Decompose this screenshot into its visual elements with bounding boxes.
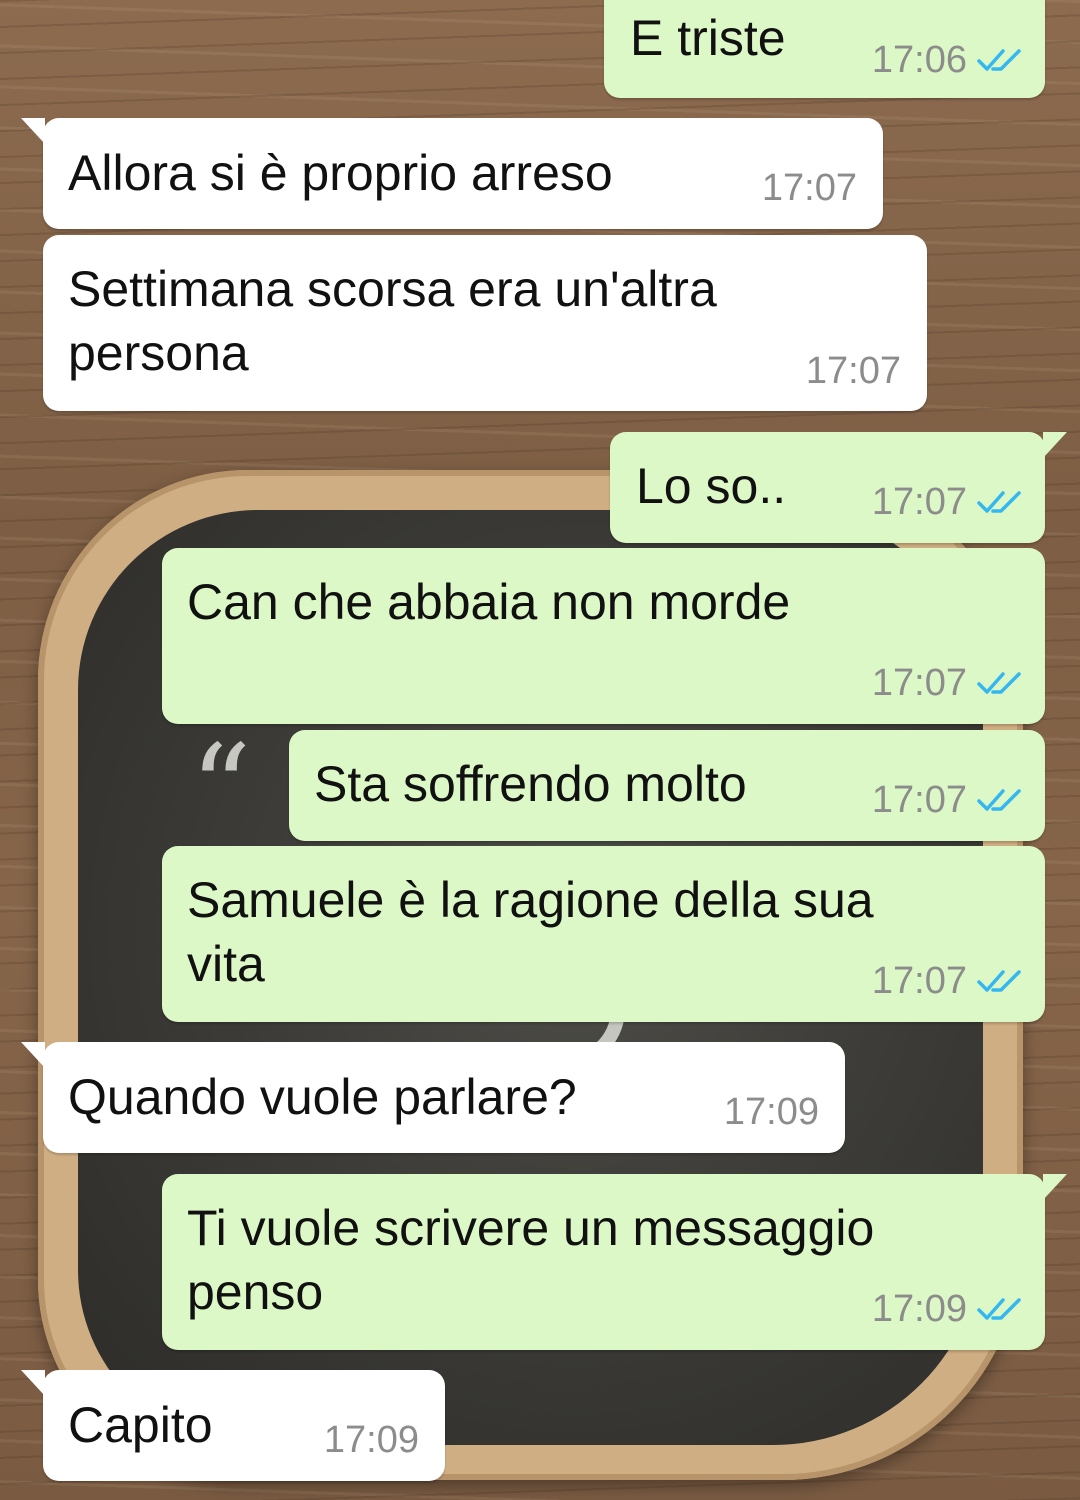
chalk-quote-mark: “ [190, 720, 252, 859]
message-text: Samuele è la ragione della sua vita [187, 872, 888, 992]
message-bubble-outgoing[interactable]: Sta soffrendo molto 17:07 [289, 730, 1045, 841]
double-check-icon [977, 970, 1021, 992]
message-bubble-incoming[interactable]: Settimana scorsa era un'altra persona 17… [43, 235, 927, 411]
message-meta: 17:09 [872, 1289, 1023, 1329]
message-meta: 17:06 [872, 40, 1023, 80]
message-time: 17:06 [871, 39, 967, 81]
message-text: Ti vuole scrivere un messaggio penso [187, 1200, 889, 1320]
message-text: Sta soffrendo molto [314, 756, 747, 812]
double-check-icon [977, 491, 1021, 513]
message-time: 17:07 [761, 167, 857, 209]
message-bubble-incoming[interactable]: Capito 17:09 [21, 1370, 445, 1481]
message-time: 17:07 [871, 779, 967, 821]
message-time: 17:09 [871, 1288, 967, 1330]
message-bubble-incoming[interactable]: Allora si è proprio arreso 17:07 [21, 118, 883, 229]
message-meta: 17:09 [324, 1420, 419, 1460]
message-bubble-outgoing[interactable]: Lo so.. 17:07 [610, 432, 1067, 543]
message-text: E triste [630, 10, 786, 66]
message-time: 17:07 [805, 350, 901, 392]
message-meta: 17:07 [872, 961, 1023, 1001]
message-bubble-outgoing[interactable]: Samuele è la ragione della sua vita 17:0… [162, 846, 1045, 1022]
message-time: 17:09 [323, 1419, 419, 1461]
message-time: 17:07 [871, 960, 967, 1002]
double-check-icon [977, 1298, 1021, 1320]
message-meta: 17:09 [724, 1092, 819, 1132]
message-meta: 17:07 [806, 351, 901, 391]
message-meta: 17:07 [872, 482, 1023, 522]
message-bubble-outgoing[interactable]: E triste 17:06 [604, 0, 1045, 98]
message-meta: 17:07 [762, 168, 857, 208]
message-text: Can che abbaia non morde [187, 574, 791, 630]
message-text: Lo so.. [636, 458, 787, 514]
message-time: 17:07 [871, 481, 967, 523]
double-check-icon [977, 49, 1021, 71]
message-bubble-incoming[interactable]: Quando vuole parlare? 17:09 [21, 1042, 845, 1153]
message-bubble-outgoing[interactable]: Can che abbaia non morde 17:07 [162, 548, 1045, 724]
message-time: 17:09 [723, 1091, 819, 1133]
message-meta: 17:07 [872, 663, 1023, 703]
message-text: Quando vuole parlare? [68, 1069, 577, 1125]
double-check-icon [977, 789, 1021, 811]
message-text: Settimana scorsa era un'altra persona [68, 261, 731, 381]
message-bubble-outgoing[interactable]: Ti vuole scrivere un messaggio penso 17:… [162, 1174, 1067, 1350]
message-text: Capito [68, 1397, 213, 1453]
message-text: Allora si è proprio arreso [68, 145, 613, 201]
message-time: 17:07 [871, 662, 967, 704]
double-check-icon [977, 672, 1021, 694]
message-meta: 17:07 [872, 780, 1023, 820]
